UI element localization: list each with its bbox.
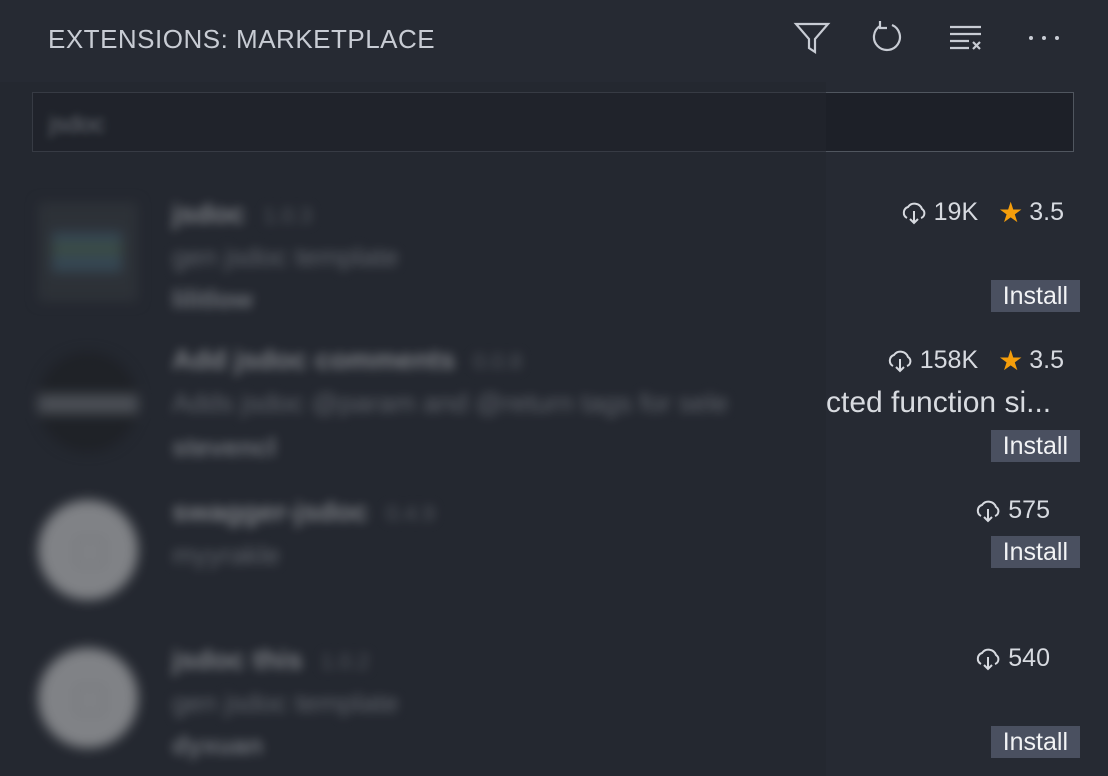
extension-publisher: stevencl — [172, 432, 277, 462]
extension-version: 0.0.8 — [473, 349, 523, 374]
extension-publisher: dyxuan — [172, 730, 264, 760]
download-cloud-icon — [902, 202, 926, 224]
install-button[interactable]: Install — [990, 430, 1080, 462]
install-button[interactable]: Install — [990, 280, 1080, 312]
download-cloud-icon — [977, 500, 1000, 522]
extension-thumbnail — [38, 648, 138, 748]
extension-stats: 19K ★ 3.5 — [900, 196, 1064, 229]
extension-version: 1.0.3 — [263, 203, 313, 228]
refresh-icon[interactable] — [868, 18, 908, 58]
view-header: EXTENSIONS: MARKETPLACE — [0, 0, 1108, 80]
download-count: 158K — [919, 346, 979, 374]
extension-description: myyrakle — [172, 540, 281, 570]
clear-icon[interactable] — [946, 18, 986, 58]
filter-icon[interactable] — [792, 18, 832, 58]
extension-name: jsdoc this — [172, 644, 303, 675]
install-button[interactable]: Install — [990, 726, 1080, 758]
extension-name: swagger-jsdoc — [172, 496, 369, 527]
extension-description: Adds jsdoc @param and @return tags for s… — [172, 388, 729, 418]
search-value: jsdoc — [49, 111, 106, 138]
extension-description: gen jsdoc template — [172, 688, 399, 718]
view-title: EXTENSIONS: MARKETPLACE — [48, 24, 436, 54]
extension-version: 1.0.2 — [320, 649, 370, 674]
extension-item[interactable]: Add jsdoc comments 0.0.8 Adds jsdoc @para… — [0, 326, 1108, 474]
extension-publisher: lilitlow — [172, 284, 253, 314]
install-button[interactable]: Install — [990, 536, 1080, 568]
download-count: 575 — [1008, 496, 1050, 524]
extension-stats: 540 — [974, 644, 1050, 673]
extension-thumbnail — [38, 202, 138, 302]
download-count: 540 — [1008, 644, 1050, 672]
search-input[interactable]: jsdoc — [32, 92, 1074, 152]
download-count: 19K — [933, 198, 979, 226]
extension-thumbnail — [38, 500, 138, 600]
extension-item[interactable]: jsdoc 1.0.3 gen jsdoc template lilitlow 1… — [0, 178, 1108, 326]
extension-name: Add jsdoc comments — [172, 344, 456, 375]
download-cloud-icon — [888, 350, 912, 372]
extension-item[interactable]: jsdoc this 1.0.2 gen jsdoc template dyxua… — [0, 622, 1108, 770]
extension-description: gen jsdoc template — [172, 242, 399, 272]
star-icon: ★ — [998, 345, 1024, 376]
extension-stats: 158K ★ 3.5 — [886, 344, 1064, 377]
download-cloud-icon — [977, 648, 1000, 670]
rating-value: 3.5 — [1029, 198, 1064, 226]
extension-thumbnail — [38, 352, 138, 452]
extension-version: 0.4.9 — [386, 501, 435, 526]
extension-name: jsdoc — [172, 198, 246, 229]
extension-stats: 575 — [974, 496, 1050, 525]
star-icon: ★ — [998, 197, 1024, 228]
extension-description-visible: cted function si... — [826, 386, 1052, 419]
rating-value: 3.5 — [1029, 346, 1064, 374]
more-icon[interactable] — [1024, 18, 1064, 58]
extension-item[interactable]: swagger-jsdoc 0.4.9 myyrakle 575 Install — [0, 474, 1108, 622]
